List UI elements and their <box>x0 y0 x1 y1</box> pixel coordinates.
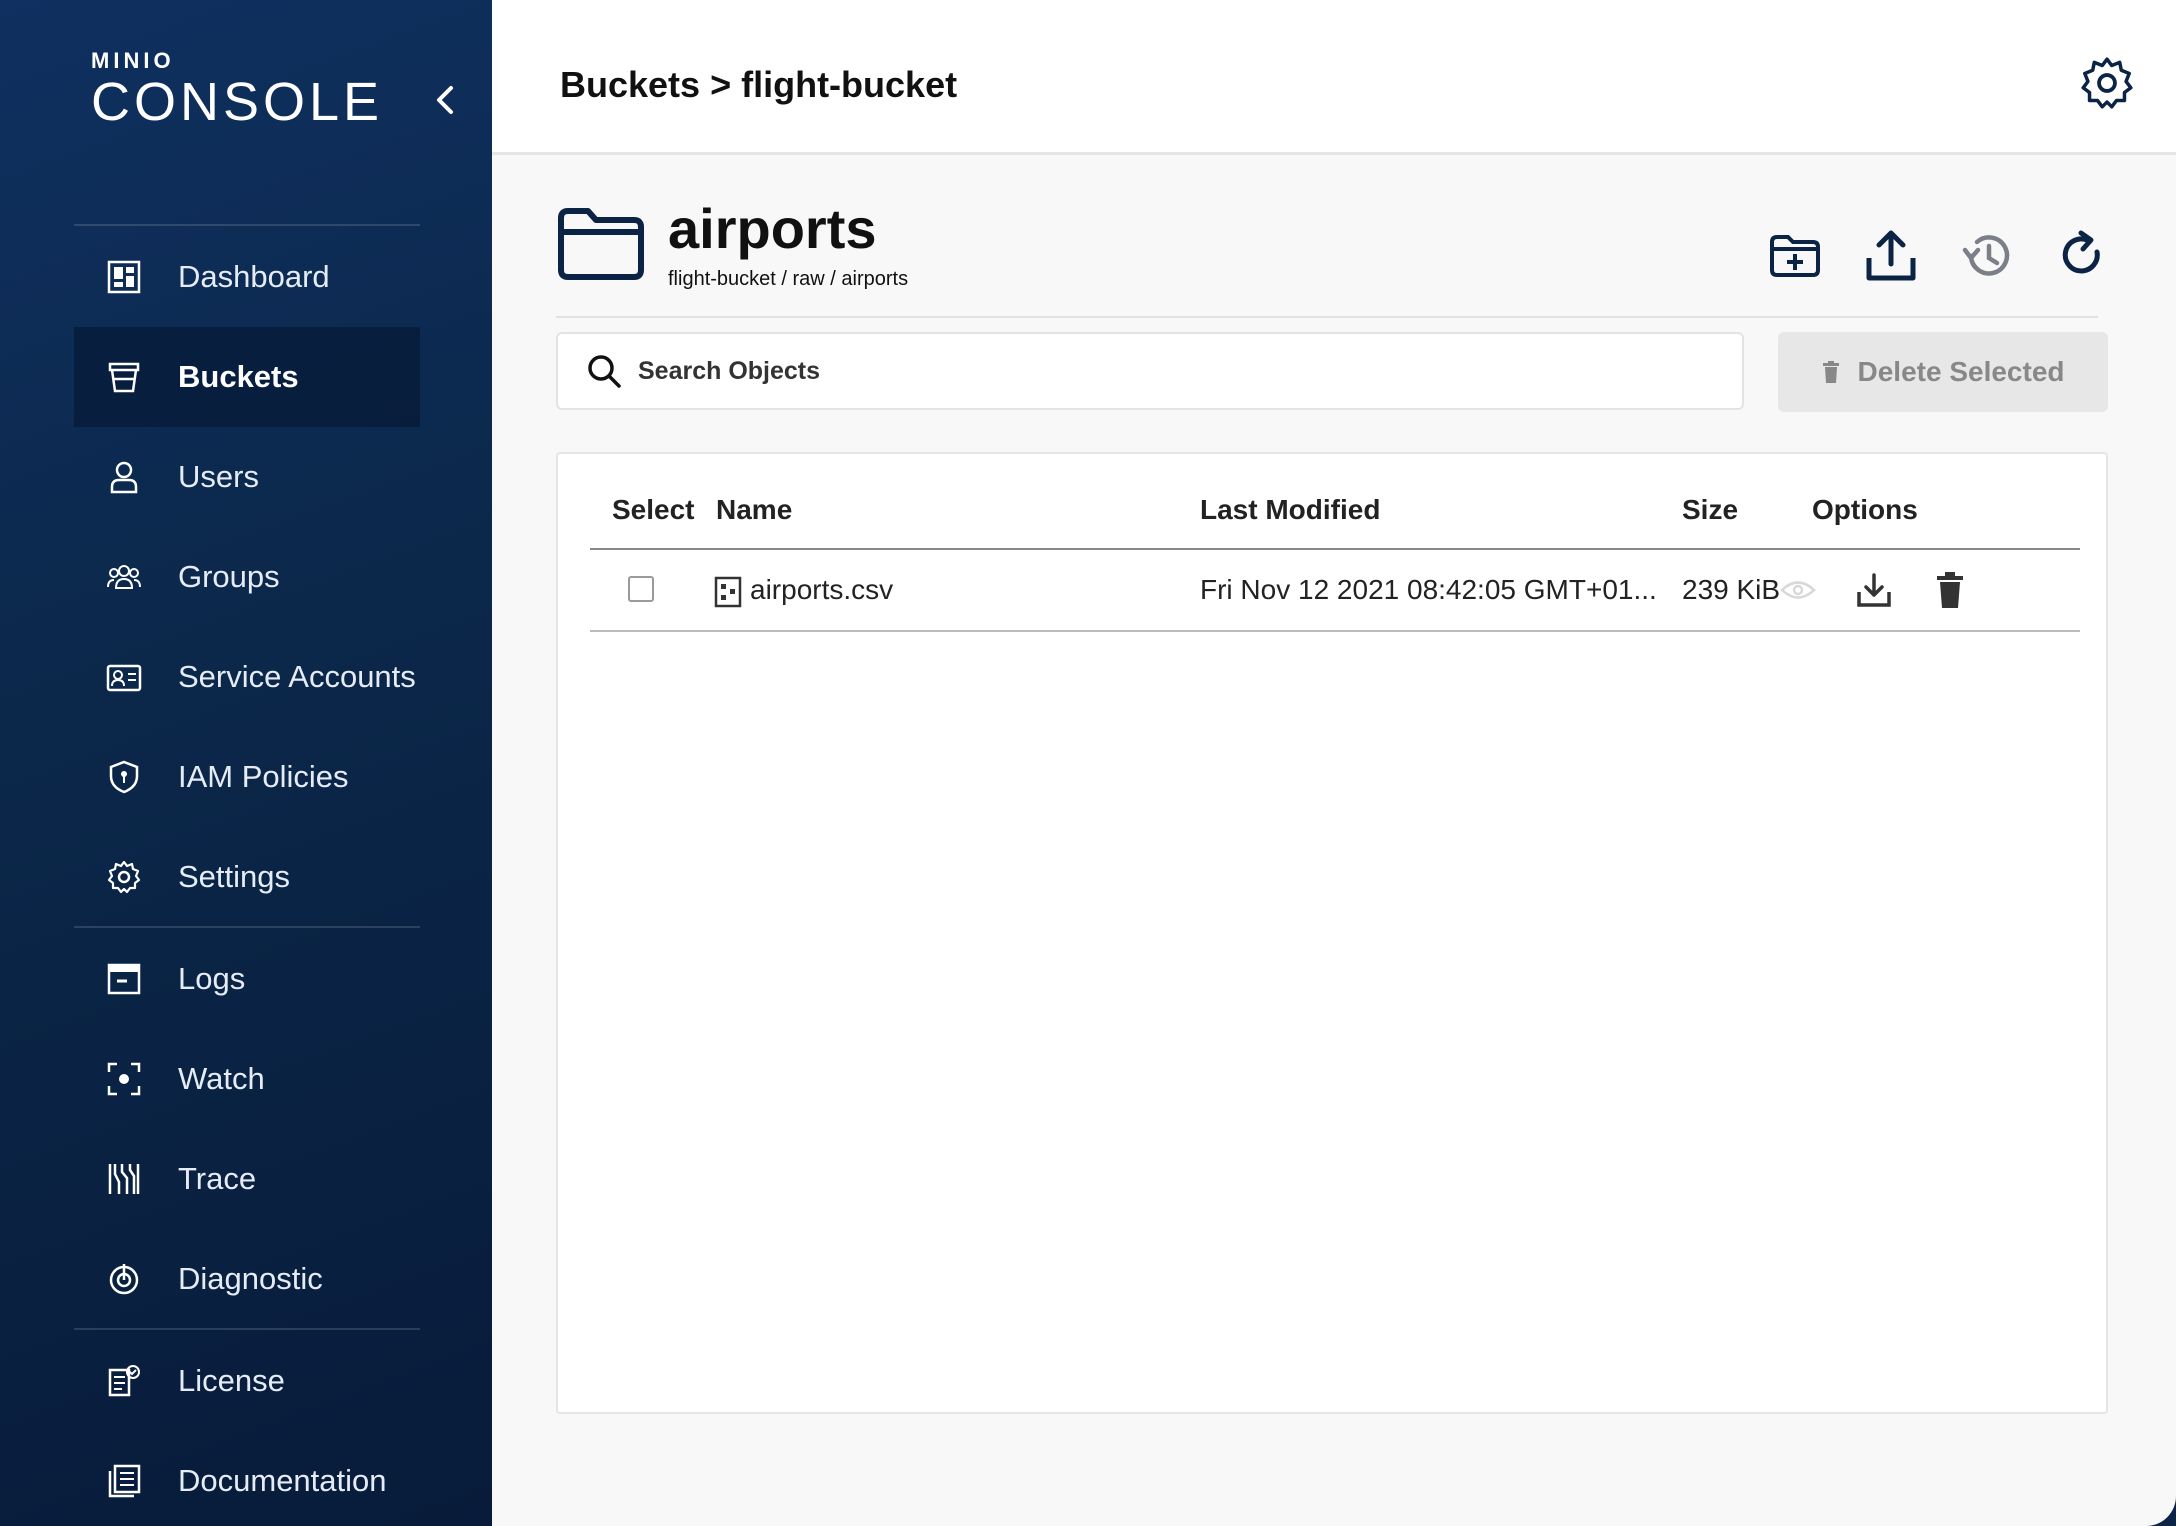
shield-icon <box>104 757 144 797</box>
sidebar-item-label: Logs <box>178 961 246 996</box>
sidebar-item-buckets[interactable]: Buckets <box>74 327 420 427</box>
license-icon <box>104 1361 144 1401</box>
sidebar-item-trace[interactable]: Trace <box>74 1129 420 1229</box>
logo-console-text: CONSOLE <box>91 72 384 132</box>
breadcrumb[interactable]: Buckets > flight-bucket <box>560 64 957 106</box>
watch-icon <box>104 1059 144 1099</box>
sidebar-item-logs[interactable]: Logs <box>74 929 420 1029</box>
folder-icon <box>556 206 646 287</box>
user-icon <box>104 457 144 497</box>
gear-icon <box>104 857 144 897</box>
chevron-left-icon <box>437 86 453 114</box>
delete-selected-label: Delete Selected <box>1857 356 2065 387</box>
sidebar-item-label: Dashboard <box>178 259 330 294</box>
folder-title: airports <box>668 197 877 260</box>
sidebar-item-documentation[interactable]: Documentation <box>74 1431 420 1526</box>
sidebar-item-dashboard[interactable]: Dashboard <box>74 227 420 327</box>
trash-icon <box>1822 361 1839 383</box>
column-header-select[interactable]: Select <box>612 494 695 526</box>
minio-console-logo: MINIO CONSOLE <box>91 48 384 132</box>
sidebar-item-watch[interactable]: Watch <box>74 1029 420 1129</box>
main-panel: Buckets > flight-bucket airports flight-… <box>492 0 2176 1526</box>
collapse-sidebar-button[interactable] <box>420 78 470 122</box>
logs-icon <box>104 959 144 999</box>
sidebar-item-users[interactable]: Users <box>74 427 420 527</box>
delete-object-button[interactable] <box>1928 568 1972 612</box>
upload-icon <box>1866 230 1916 281</box>
sidebar-item-settings[interactable]: Settings <box>74 827 420 927</box>
sidebar-divider <box>74 926 420 928</box>
bucket-icon <box>104 357 144 397</box>
sidebar-item-label: Trace <box>178 1161 257 1196</box>
sidebar: MINIO CONSOLE Dashboard Buckets Users Gr… <box>0 0 492 1526</box>
folder-actions <box>1732 226 2116 286</box>
objects-table: Select Name Last Modified Size Options a… <box>556 452 2108 1414</box>
sidebar-item-diagnostic[interactable]: Diagnostic <box>74 1229 420 1329</box>
sidebar-item-label: Watch <box>178 1061 265 1096</box>
header-separator <box>556 316 2098 318</box>
refresh-icon <box>2062 230 2100 274</box>
history-icon <box>1962 235 2010 276</box>
row-select-checkbox[interactable] <box>628 576 654 602</box>
sidebar-item-license[interactable]: License <box>74 1331 420 1431</box>
download-button[interactable] <box>1852 568 1896 612</box>
upload-button[interactable] <box>1858 226 1924 286</box>
table-row[interactable]: airports.csv Fri Nov 12 2021 08:42:05 GM… <box>590 550 2080 632</box>
object-size: 239 KiB <box>1682 574 1781 605</box>
download-icon <box>1857 573 1891 607</box>
column-header-options: Options <box>1812 494 1918 525</box>
diagnostic-icon <box>104 1259 144 1299</box>
folder-path: flight-bucket / raw / airports <box>668 268 909 290</box>
sidebar-item-label: Documentation <box>178 1463 387 1498</box>
settings-gear-button[interactable] <box>2080 56 2134 110</box>
object-name[interactable]: airports.csv <box>750 574 893 606</box>
dashboard-icon <box>104 257 144 297</box>
app-window: MINIO CONSOLE Dashboard Buckets Users Gr… <box>0 0 2176 1526</box>
sidebar-item-label: Settings <box>178 859 291 894</box>
column-header-last-modified[interactable]: Last Modified <box>1200 494 1380 526</box>
sidebar-item-label: Users <box>178 459 259 494</box>
top-bar: Buckets > flight-bucket <box>492 0 2176 155</box>
search-objects-field[interactable] <box>556 332 1744 410</box>
sidebar-item-iam-policies[interactable]: IAM Policies <box>74 727 420 827</box>
sidebar-item-label: Buckets <box>178 359 299 394</box>
delete-selected-button[interactable]: Delete Selected <box>1778 332 2108 412</box>
column-header-name[interactable]: Name <box>716 494 792 526</box>
search-input[interactable] <box>636 355 1640 387</box>
search-icon <box>588 355 621 388</box>
rewind-history-button[interactable] <box>1954 226 2020 286</box>
gear-icon <box>2081 57 2133 109</box>
sidebar-item-label: Groups <box>178 559 280 594</box>
sidebar-item-service-accounts[interactable]: Service Accounts <box>74 627 420 727</box>
refresh-button[interactable] <box>2050 226 2116 286</box>
documentation-icon <box>104 1461 144 1501</box>
logo-minio-text: MINIO <box>91 48 175 73</box>
csv-file-icon <box>714 576 742 615</box>
sidebar-item-groups[interactable]: Groups <box>74 527 420 627</box>
sidebar-item-label: Service Accounts <box>178 659 416 694</box>
folder-plus-icon <box>1770 235 1820 277</box>
service-account-icon <box>104 657 144 697</box>
sidebar-divider <box>74 1328 420 1330</box>
object-last-modified: Fri Nov 12 2021 08:42:05 GMT+01... <box>1200 574 1657 605</box>
eye-icon <box>1780 581 1816 599</box>
trash-icon <box>1937 572 1963 608</box>
groups-icon <box>104 557 144 597</box>
sidebar-item-label: Diagnostic <box>178 1261 323 1296</box>
column-header-size[interactable]: Size <box>1682 494 1738 526</box>
preview-button[interactable] <box>1776 568 1820 612</box>
sidebar-item-label: IAM Policies <box>178 759 349 794</box>
sidebar-item-label: License <box>178 1363 285 1398</box>
create-folder-button[interactable] <box>1762 226 1828 286</box>
folder-header: airports flight-bucket / raw / airports <box>556 196 2116 316</box>
sidebar-divider <box>74 224 420 226</box>
trace-icon <box>104 1159 144 1199</box>
